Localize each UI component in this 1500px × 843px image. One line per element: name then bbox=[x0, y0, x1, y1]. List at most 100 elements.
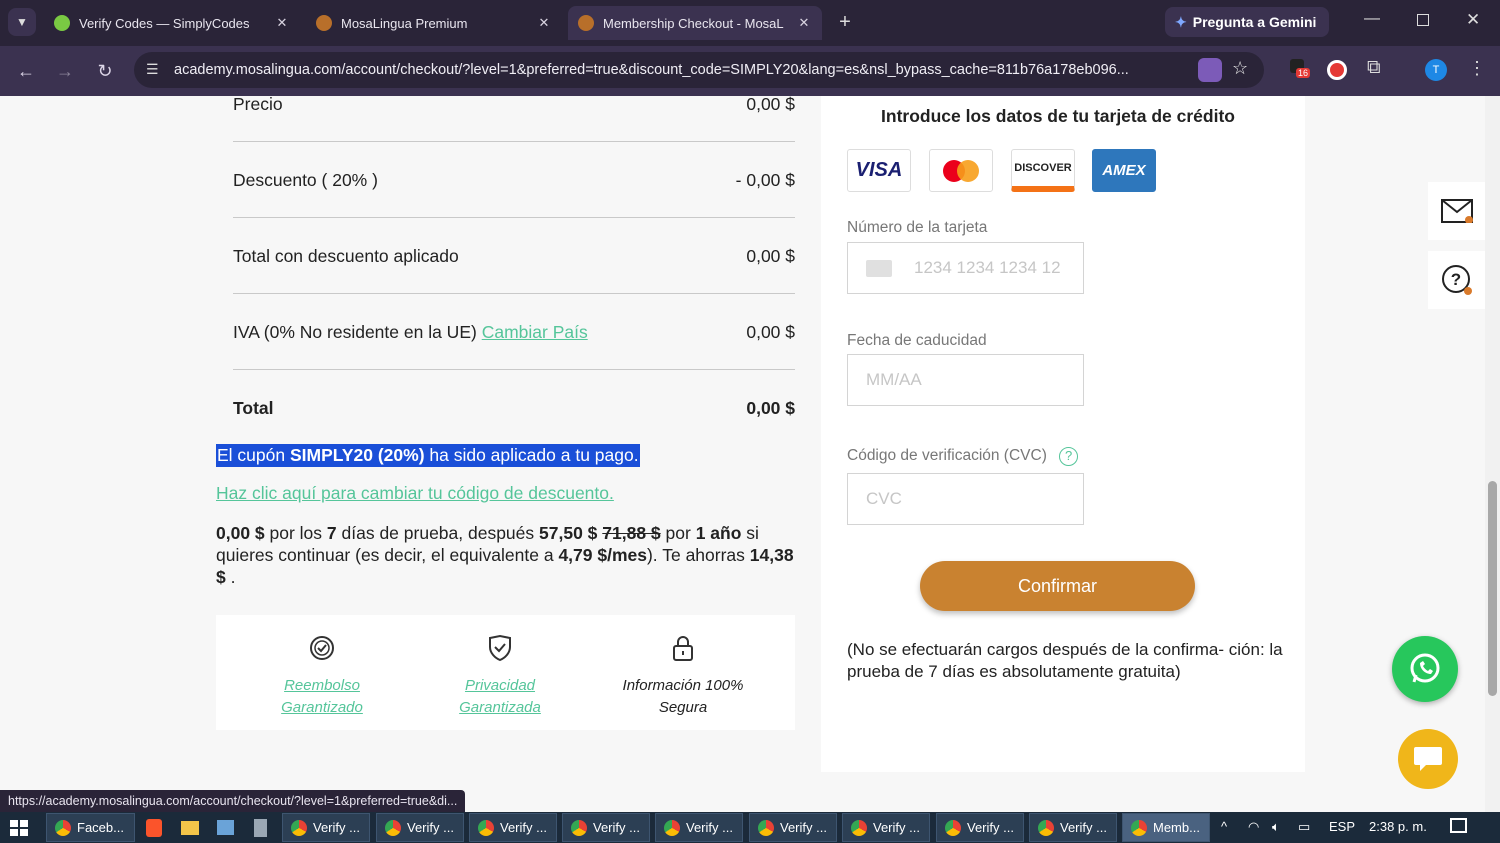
credit-card-icon bbox=[866, 259, 892, 277]
input-language[interactable]: ESP bbox=[1329, 819, 1355, 834]
vat-label: IVA (0% No residente en la UE) Cambiar P… bbox=[233, 322, 588, 343]
coupon-applied-message: El cupón SIMPLY20 (20%) ha sido aplicado… bbox=[216, 444, 640, 467]
original-price: 71,88 $ bbox=[602, 523, 661, 543]
trial-text: por los bbox=[264, 523, 327, 543]
bookmark-star-icon[interactable]: ☆ bbox=[1232, 58, 1248, 79]
monitor-app-icon[interactable] bbox=[217, 820, 234, 835]
plan-duration: 1 año bbox=[695, 523, 742, 543]
monthly-equivalent: 4,79 $/mes bbox=[558, 545, 647, 565]
calculator-icon[interactable] bbox=[254, 819, 267, 837]
taskbar-item-verify[interactable]: Verify ... bbox=[749, 813, 837, 842]
profile-avatar[interactable]: T bbox=[1425, 59, 1447, 81]
guarantee-line: Información 100% bbox=[622, 677, 744, 694]
trial-text: días de prueba, después bbox=[336, 523, 540, 543]
taskbar-item-membership[interactable]: Memb... bbox=[1122, 813, 1210, 842]
card-number-label: Número de la tarjeta bbox=[847, 219, 988, 236]
email-contact-button[interactable] bbox=[1428, 182, 1486, 240]
gemini-label: Pregunta a Gemini bbox=[1192, 14, 1317, 30]
tab-verify-codes[interactable]: Verify Codes — SimplyCodes ✕ bbox=[44, 6, 300, 40]
taskbar-item-verify[interactable]: Verify ... bbox=[469, 813, 557, 842]
link-status-bar: https://academy.mosalingua.com/account/c… bbox=[0, 790, 466, 812]
page-scrollbar[interactable] bbox=[1485, 96, 1500, 812]
brave-browser-icon[interactable] bbox=[146, 819, 162, 837]
tab-title: MosaLingua Premium bbox=[341, 15, 468, 31]
trial-text: . bbox=[225, 567, 236, 587]
mastercard-logo-icon bbox=[929, 149, 993, 192]
change-discount-link[interactable]: Haz clic aquí para cambiar tu código de … bbox=[216, 483, 614, 504]
tab-mosalingua-premium[interactable]: MosaLingua Premium ✕ bbox=[306, 6, 562, 40]
tray-chevron-icon[interactable]: ^ bbox=[1221, 819, 1227, 834]
expiry-input[interactable]: MM/AA bbox=[847, 354, 1084, 406]
help-circle-icon[interactable]: ? bbox=[1059, 447, 1079, 466]
browser-tab-bar: ▼ Verify Codes — SimplyCodes ✕ MosaLingu… bbox=[0, 0, 1500, 46]
mosalingua-favicon-icon bbox=[578, 15, 594, 31]
gemini-button[interactable]: ✦ Pregunta a Gemini bbox=[1165, 7, 1329, 37]
profile-initial: T bbox=[1432, 64, 1440, 76]
close-tab-icon[interactable]: ✕ bbox=[796, 15, 812, 31]
file-explorer-icon[interactable] bbox=[181, 821, 199, 835]
taskbar-item-verify[interactable]: Verify ... bbox=[376, 813, 464, 842]
address-bar[interactable]: ☰ academy.mosalingua.com/account/checkou… bbox=[134, 52, 1264, 88]
extension-icon[interactable] bbox=[1327, 60, 1347, 80]
browser-menu-icon[interactable]: ⋮ bbox=[1468, 58, 1486, 79]
extensions-puzzle-icon[interactable]: ⧉ bbox=[1367, 57, 1381, 79]
whatsapp-button[interactable] bbox=[1392, 636, 1458, 702]
notifications-icon[interactable] bbox=[1450, 818, 1467, 833]
help-button[interactable]: ? bbox=[1428, 251, 1486, 309]
close-tab-icon[interactable]: ✕ bbox=[274, 15, 290, 31]
divider bbox=[233, 369, 795, 370]
new-tab-button[interactable]: + bbox=[832, 9, 858, 35]
no-charge-note: (No se efectuarán cargos después de la c… bbox=[847, 640, 1283, 681]
restore-window-icon[interactable] bbox=[1417, 14, 1429, 26]
coupon-code: SIMPLY20 (20%) bbox=[289, 445, 425, 465]
browser-toolbar: ← → ↻ ☰ academy.mosalingua.com/account/c… bbox=[0, 46, 1500, 96]
discounted-total-value: 0,00 $ bbox=[746, 246, 795, 266]
expiry-label: Fecha de caducidad bbox=[847, 332, 987, 349]
taskbar-item-verify[interactable]: Verify ... bbox=[282, 813, 370, 842]
minimize-window-icon[interactable]: — bbox=[1364, 10, 1380, 28]
gemini-sparkle-icon: ✦ bbox=[1175, 13, 1187, 30]
taskbar-item-verify[interactable]: Verify ... bbox=[562, 813, 650, 842]
chat-button[interactable] bbox=[1398, 729, 1458, 789]
wifi-icon[interactable]: ◠ bbox=[1248, 819, 1259, 835]
reload-icon[interactable]: ↻ bbox=[92, 58, 118, 84]
taskbar-item-label: Memb... bbox=[1153, 820, 1200, 835]
scrollbar-thumb[interactable] bbox=[1488, 481, 1497, 696]
volume-icon[interactable]: 🔈︎ bbox=[1272, 819, 1280, 835]
discounted-total-label: Total con descuento aplicado bbox=[233, 246, 459, 266]
card-brand-name: VISA bbox=[855, 159, 903, 181]
whatsapp-icon bbox=[1410, 653, 1440, 683]
install-app-icon[interactable] bbox=[1198, 58, 1222, 82]
card-brand-name: AMEX bbox=[1102, 162, 1146, 179]
taskbar-item-verify[interactable]: Verify ... bbox=[1029, 813, 1117, 842]
payment-form: Introduce los datos de tu tarjeta de cré… bbox=[821, 96, 1305, 772]
cvc-input[interactable]: CVC bbox=[847, 473, 1084, 525]
battery-icon[interactable]: ▭ bbox=[1298, 819, 1310, 835]
refund-guarantee-link[interactable]: Reembolso Garantizado bbox=[232, 675, 412, 719]
taskbar-item-verify[interactable]: Verify ... bbox=[655, 813, 743, 842]
trial-days: 7 bbox=[326, 523, 337, 543]
close-tab-icon[interactable]: ✕ bbox=[536, 15, 552, 31]
back-arrow-icon[interactable]: ← bbox=[13, 58, 39, 84]
change-country-link[interactable]: Cambiar País bbox=[482, 322, 588, 342]
privacy-guarantee: Privacidad Garantizada bbox=[410, 615, 590, 719]
confirm-button[interactable]: Confirmar bbox=[920, 561, 1195, 611]
windows-start-icon[interactable] bbox=[10, 820, 28, 836]
taskbar-item-facebook[interactable]: Faceb... bbox=[46, 813, 135, 842]
taskbar-item-verify[interactable]: Verify ... bbox=[842, 813, 930, 842]
clock[interactable]: 2:38 p. m. bbox=[1369, 819, 1427, 834]
close-window-icon[interactable]: ✕ bbox=[1466, 10, 1480, 30]
guarantee-line: Garantizado bbox=[281, 699, 363, 716]
tab-search-button[interactable]: ▼ bbox=[8, 8, 36, 36]
trial-text: por bbox=[660, 523, 696, 543]
taskbar-item-label: Verify ... bbox=[873, 820, 920, 835]
guarantee-line: Reembolso bbox=[284, 677, 360, 694]
forward-arrow-icon[interactable]: → bbox=[52, 58, 78, 84]
tab-membership-checkout[interactable]: Membership Checkout - MosaL ✕ bbox=[568, 6, 822, 40]
guarantee-line: Privacidad bbox=[464, 677, 536, 694]
site-info-icon[interactable]: ☰ bbox=[146, 61, 159, 78]
taskbar-item-verify[interactable]: Verify ... bbox=[936, 813, 1024, 842]
privacy-guarantee-link[interactable]: Privacidad Garantizada bbox=[410, 675, 590, 719]
card-number-input[interactable]: 1234 1234 1234 12 bbox=[847, 242, 1084, 294]
extension-badge-icon[interactable]: 16 bbox=[1290, 59, 1312, 81]
